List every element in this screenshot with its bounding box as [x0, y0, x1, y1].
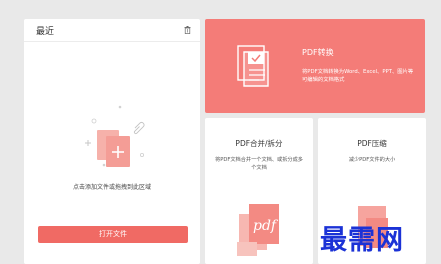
recent-panel[interactable]: 最近 点击添加文件或拖拽到此区域 打开文件 — [24, 19, 200, 264]
paperclip-icon — [133, 122, 145, 135]
pdf-convert-title: PDF转换 — [302, 48, 334, 57]
pdf-merge-split-card[interactable]: PDF合并/拆分 将PDF文档合并一个文档、或拆分成多个文档 pdf — [205, 118, 313, 264]
compress-description: 减少PDF文件的大小 — [348, 157, 396, 163]
drop-hint: 点击添加文件或拖拽到此区域 — [72, 184, 151, 191]
merge-split-title: PDF合并/拆分 — [235, 139, 283, 148]
pdf-convert-icon — [237, 45, 269, 87]
watermark-logo: 最需网 — [320, 225, 404, 256]
merge-split-icon: pdf — [237, 204, 279, 256]
trash-icon[interactable] — [184, 26, 191, 34]
pdf-convert-description: 将PDF文档转换为Word、Excel、PPT、图片等可编辑的文档格式 — [302, 69, 414, 83]
compress-title: PDF压缩 — [357, 139, 387, 148]
add-file-illustration[interactable] — [80, 95, 150, 173]
recent-title: 最近 — [36, 27, 55, 37]
sparkle-icon — [85, 140, 91, 146]
merge-split-description: 将PDF文档合并一个文档、或拆分成多个文档 — [215, 157, 303, 171]
open-file-button[interactable]: 打开文件 — [38, 226, 188, 243]
svg-text:pdf: pdf — [253, 218, 279, 234]
recent-header: 最近 — [24, 19, 200, 42]
pdf-convert-card[interactable]: PDF转换 将PDF文档转换为Word、Excel、PPT、图片等可编辑的文档格… — [205, 19, 425, 113]
